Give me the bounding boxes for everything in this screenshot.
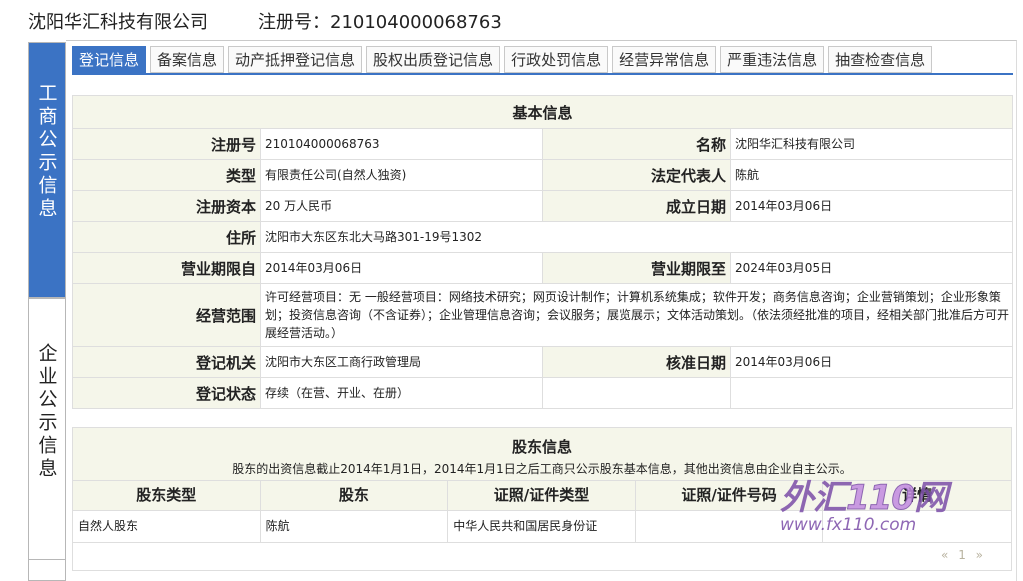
- scope-value: 许可经营项目：无 一般经营项目：网络技术研究；网页设计制作；计算机系统集成；软件…: [259, 283, 1014, 347]
- side-tab-enterprise-publicity[interactable]: 企业公示信息: [28, 298, 66, 560]
- tab-administrative-penalty[interactable]: 行政处罚信息: [504, 46, 609, 73]
- watermark-url: www.fx110.com: [780, 515, 917, 535]
- watermark-text: 外汇: [780, 478, 847, 518]
- type-label: 类型: [72, 159, 261, 191]
- tab-serious-violation[interactable]: 严重违法信息: [720, 46, 825, 73]
- tab-abnormal-operation[interactable]: 经营异常信息: [612, 46, 717, 73]
- pager-next[interactable]: »: [976, 548, 983, 562]
- side-tab-business-publicity[interactable]: 工商公示信息: [28, 42, 66, 298]
- tab-underline: [72, 73, 1013, 75]
- registration-number: 注册号：210104000068763: [258, 12, 502, 33]
- name-label: 名称: [542, 128, 731, 160]
- page-header: 沈阳华汇科技有限公司 注册号：210104000068763: [28, 8, 502, 34]
- founded-value: 2014年03月06日: [729, 190, 1014, 222]
- authority-value: 沈阳市大东区工商行政管理局: [260, 346, 543, 378]
- status-label: 登记状态: [72, 377, 261, 409]
- tab-filing-info[interactable]: 备案信息: [150, 46, 225, 73]
- watermark-number: 110: [846, 478, 916, 519]
- authority-label: 登记机关: [72, 346, 261, 378]
- reg-no-label: 注册号: [72, 128, 261, 160]
- tab-spot-check[interactable]: 抽查检查信息: [828, 46, 933, 73]
- pager-page[interactable]: 1: [958, 548, 966, 562]
- side-tab-label: 企业公示信息: [35, 343, 58, 481]
- shareholder-name: 陈航: [261, 511, 449, 542]
- side-bottom-cap: [28, 560, 66, 581]
- legal-rep-label: 法定代表人: [542, 159, 731, 191]
- tab-bar: 登记信息 备案信息 动产抵押登记信息 股权出质登记信息 行政处罚信息 经营异常信…: [72, 46, 933, 73]
- basic-info-table: 基本信息 注册号 210104000068763 名称 沈阳华汇科技有限公司 类…: [71, 95, 1014, 409]
- shareholder-title: 股东信息: [511, 438, 572, 456]
- side-tab-label: 工商公示信息: [35, 83, 58, 221]
- column-header: 股东类型: [73, 481, 261, 510]
- scope-label: 经营范围: [72, 283, 261, 347]
- pager-prev[interactable]: «: [941, 548, 948, 562]
- tab-chattel-mortgage[interactable]: 动产抵押登记信息: [228, 46, 363, 73]
- watermark-logo: 外汇110网 www.fx110.com: [780, 470, 980, 536]
- shareholder-type: 自然人股东: [73, 511, 261, 542]
- empty-cell: [729, 377, 1014, 409]
- column-header: 股东: [261, 481, 449, 510]
- address-value: 沈阳市大东区东北大马路301-19号1302: [259, 221, 1014, 253]
- tab-equity-pledge[interactable]: 股权出质登记信息: [366, 46, 501, 73]
- reg-no-value: 210104000068763: [260, 128, 543, 160]
- status-value: 存续（在营、开业、在册）: [260, 377, 543, 409]
- legal-rep-value: 陈航: [729, 159, 1014, 191]
- empty-cell: [542, 377, 731, 409]
- term-to-value: 2024年03月05日: [729, 252, 1014, 284]
- address-label: 住所: [72, 221, 261, 253]
- name-value: 沈阳华汇科技有限公司: [729, 128, 1014, 160]
- pager: « 1 »: [935, 548, 983, 562]
- capital-value: 20 万人民币: [260, 190, 543, 222]
- approve-date-value: 2014年03月06日: [729, 346, 1014, 378]
- type-value: 有限责任公司(自然人独资): [260, 159, 543, 191]
- tab-registration-info[interactable]: 登记信息: [72, 46, 147, 73]
- id-type: 中华人民共和国居民身份证: [448, 511, 636, 542]
- basic-info-title: 基本信息: [71, 95, 1014, 129]
- term-from-value: 2014年03月06日: [260, 252, 543, 284]
- term-from-label: 营业期限自: [72, 252, 261, 284]
- watermark-text: 网: [913, 478, 948, 518]
- column-header: 证照/证件类型: [448, 481, 636, 510]
- company-title: 沈阳华汇科技有限公司: [28, 12, 208, 33]
- term-to-label: 营业期限至: [542, 252, 731, 284]
- founded-label: 成立日期: [542, 190, 731, 222]
- capital-label: 注册资本: [72, 190, 261, 222]
- approve-date-label: 核准日期: [542, 346, 731, 378]
